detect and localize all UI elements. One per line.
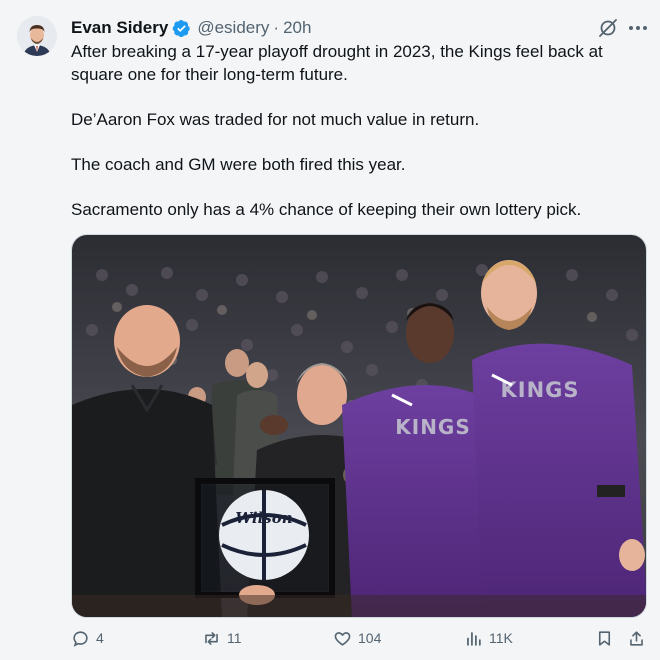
ball-brand-text: Wilson: [235, 509, 292, 527]
tweet-header: Evan Sidery @esidery · 20h: [71, 16, 311, 40]
avatar-image: [17, 16, 57, 56]
author-display-name[interactable]: Evan Sidery: [71, 18, 168, 38]
reply-icon: [73, 630, 88, 647]
more-options-icon[interactable]: [626, 17, 650, 39]
views-count: 11K: [489, 630, 513, 646]
share-icon: [630, 630, 643, 646]
reply-button[interactable]: 4: [71, 622, 104, 654]
grok-icon[interactable]: [597, 17, 619, 39]
separator-dot: ·: [273, 18, 280, 37]
like-count: 104: [358, 630, 382, 646]
views-button[interactable]: 11K: [464, 622, 513, 654]
tweet[interactable]: Evan Sidery @esidery · 20h After breakin…: [0, 0, 660, 660]
bookmark-icon: [598, 630, 611, 646]
tweet-paragraph: De’Aaron Fox was traded for not much val…: [71, 109, 480, 129]
repost-icon: [205, 631, 218, 645]
tweet-paragraph: Sacramento only has a 4% chance of keepi…: [71, 199, 582, 219]
author-avatar[interactable]: [17, 16, 57, 56]
author-handle[interactable]: @esidery: [197, 18, 269, 38]
jersey-text: KINGS: [500, 378, 579, 402]
verified-badge-icon: [172, 19, 191, 38]
arena-photo: Wilson KINGS KINGS: [72, 235, 646, 617]
repost-count: 11: [227, 630, 242, 646]
reply-count: 4: [96, 630, 104, 646]
tweet-photo[interactable]: Wilson KINGS KINGS: [71, 234, 647, 618]
jersey-text: KINGS: [395, 415, 471, 439]
tweet-text: After breaking a 17-year playoff drought…: [71, 41, 646, 221]
repost-button[interactable]: 11: [202, 622, 242, 654]
share-button[interactable]: [627, 622, 646, 654]
tweet-paragraph: The coach and GM were both fired this ye…: [71, 154, 406, 174]
bookmark-button[interactable]: [595, 622, 614, 654]
tweet-actions: 4 11 104 11K: [71, 622, 649, 654]
like-button[interactable]: 104: [333, 622, 381, 654]
heart-icon: [334, 631, 351, 646]
tweet-timestamp[interactable]: 20h: [283, 18, 311, 38]
tweet-paragraph: After breaking a 17-year playoff drought…: [71, 42, 603, 84]
views-chart-icon: [467, 631, 481, 646]
